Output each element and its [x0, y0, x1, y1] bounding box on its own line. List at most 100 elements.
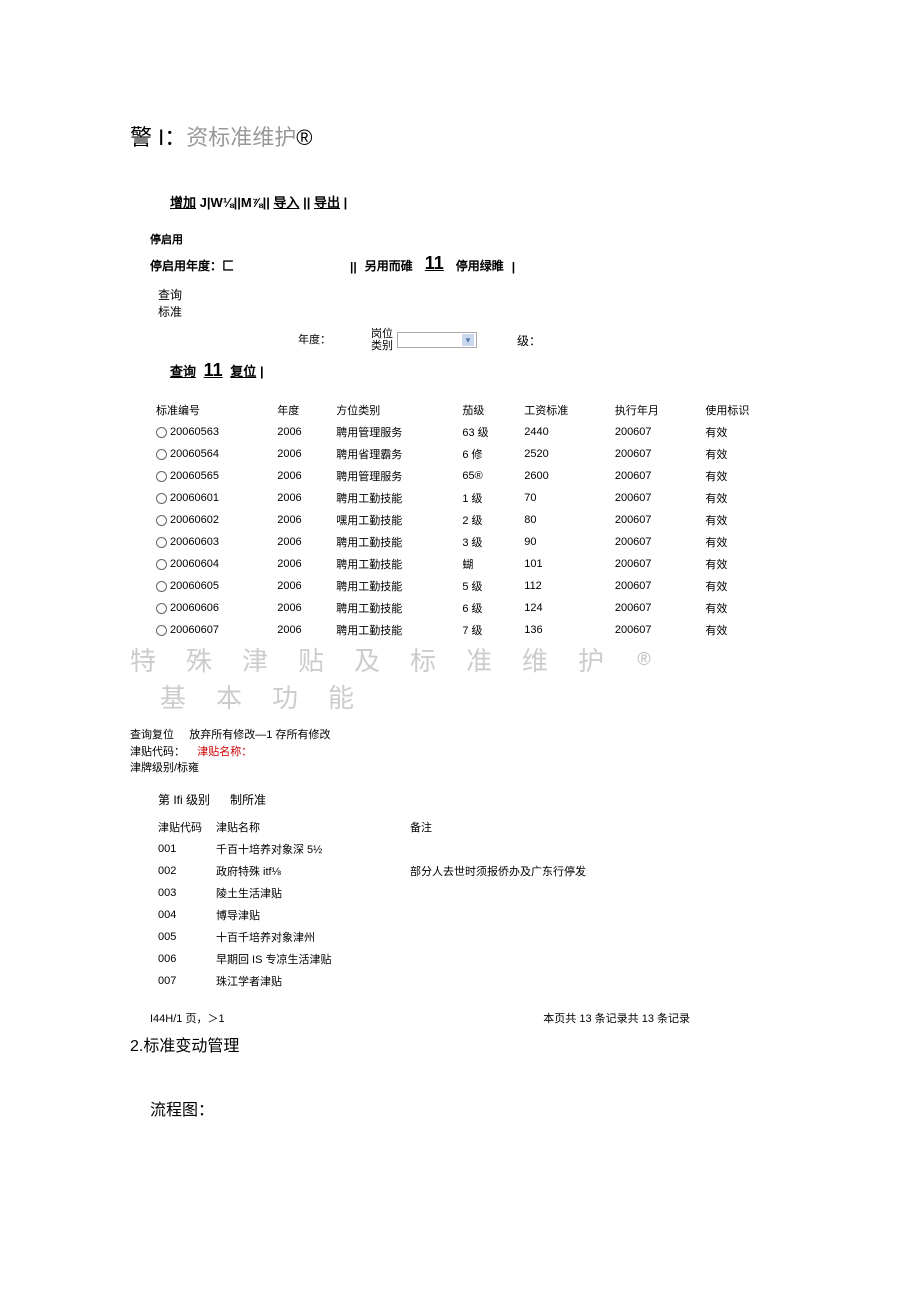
- col-flag: 使用标识: [699, 399, 790, 421]
- radio-icon[interactable]: [156, 603, 167, 614]
- table-row[interactable]: 200605652006聘用管理服务65®2600200607有效: [150, 465, 790, 487]
- cell-year: 2006: [271, 575, 330, 597]
- cell-level: 6 修: [456, 443, 518, 465]
- query-reset-label[interactable]: 查询复位: [130, 729, 174, 741]
- table-row[interactable]: 200606062006聘用工勤技能6 级124200607有效: [150, 597, 790, 619]
- toolbar-mid: J|W⅛||M⅞||: [200, 195, 270, 210]
- col-cat: 方位类别: [330, 399, 456, 421]
- query-label1: 查询: [158, 286, 880, 303]
- table-row[interactable]: 200606032006聘用工勤技能3 级90200607有效: [150, 531, 790, 553]
- radio-icon[interactable]: [156, 449, 167, 460]
- cell-cat: 聘用管理服务: [330, 465, 456, 487]
- table2-header-row: 津贴代码 津贴名称 备注: [158, 816, 600, 838]
- radio-icon[interactable]: [156, 493, 167, 504]
- cell-level: 2 级: [456, 509, 518, 531]
- cell-id: 20060607: [150, 619, 271, 641]
- cell-flag: 有效: [699, 575, 790, 597]
- cell-flag: 有效: [699, 443, 790, 465]
- table-row[interactable]: 200606012006聘用工勤技能1 级70200607有效: [150, 487, 790, 509]
- table-row[interactable]: 006早期回 IS 专凉生活津贴: [158, 948, 600, 970]
- discard-save-label[interactable]: 放弃所有修改—1 存所有修改: [189, 729, 330, 741]
- stop-disable-button[interactable]: 停用绿睢: [456, 257, 504, 274]
- stop-enable-button[interactable]: 另用而碓: [365, 257, 413, 274]
- allowance-level-label: 津牌级别/标雍: [130, 760, 880, 777]
- radio-icon[interactable]: [156, 537, 167, 548]
- allowance-name-label: 津贴名称：: [197, 746, 252, 758]
- title-suffix: ®: [296, 125, 312, 150]
- cell-std: 101: [518, 553, 609, 575]
- table-row[interactable]: 200606042006聘用工勤技能蝴101200607有效: [150, 553, 790, 575]
- stop-label: 停启用: [150, 231, 880, 247]
- table-row[interactable]: 200606022006嘿用工勤技能2 级80200607有效: [150, 509, 790, 531]
- cell-code: 005: [158, 926, 216, 948]
- radio-icon[interactable]: [156, 427, 167, 438]
- cell-cat: 聘用工勤技能: [330, 553, 456, 575]
- col-ym: 执行年月: [609, 399, 700, 421]
- chevron-down-icon: ▾: [462, 334, 474, 346]
- cell-std: 112: [518, 575, 609, 597]
- radio-icon[interactable]: [156, 515, 167, 526]
- cell-note: [410, 970, 600, 992]
- cell-level: 5 级: [456, 575, 518, 597]
- import-button[interactable]: 导入: [273, 195, 299, 210]
- table-row[interactable]: 200606072006聘用工勤技能7 级136200607有效: [150, 619, 790, 641]
- query-reset-block: 查询复位 放弃所有修改—1 存所有修改 津贴代码： 津贴名称： 津牌级别/标雍: [130, 727, 880, 777]
- radio-icon[interactable]: [156, 581, 167, 592]
- radio-icon[interactable]: [156, 471, 167, 482]
- cell-cat: 聘用工勤技能: [330, 531, 456, 553]
- cell-id: 20060565: [150, 465, 271, 487]
- table-row[interactable]: 001千百十培养对象深 5½: [158, 838, 600, 860]
- cell-name: 十百千培养对象津州: [216, 926, 410, 948]
- stop-big: 11: [425, 253, 444, 274]
- cell-code: 006: [158, 948, 216, 970]
- cell-code: 007: [158, 970, 216, 992]
- table-row[interactable]: 200606052006聘用工勤技能5 级112200607有效: [150, 575, 790, 597]
- cell-name: 珠江学者津贴: [216, 970, 410, 992]
- cell-std: 80: [518, 509, 609, 531]
- col-name: 津贴名称: [216, 816, 410, 838]
- cell-cat: 聘用工勤技能: [330, 487, 456, 509]
- table-row[interactable]: 200605642006聘用省理霸务6 修2520200607有效: [150, 443, 790, 465]
- cell-note: [410, 882, 600, 904]
- stop-mid-suffix: |: [512, 260, 515, 274]
- table-row[interactable]: 200605632006聘用管理服务63 级2440200607有效: [150, 421, 790, 443]
- table-row[interactable]: 002政府特殊 itf⅛部分人去世时须报侨办及广东行停发: [158, 860, 600, 882]
- category-dropdown[interactable]: ▾: [397, 332, 477, 348]
- col-id: 标准编号: [150, 399, 271, 421]
- cell-std: 124: [518, 597, 609, 619]
- add-button[interactable]: 增加: [170, 195, 196, 210]
- footer-row: I44H/1 页，＞1 本页共 13 条记录共 13 条记录: [150, 1010, 690, 1026]
- cell-ym: 200607: [609, 597, 700, 619]
- radio-icon[interactable]: [156, 625, 167, 636]
- cell-id: 20060604: [150, 553, 271, 575]
- cell-level: 7 级: [456, 619, 518, 641]
- cell-level: 63 级: [456, 421, 518, 443]
- query-row: 年度： 岗位 类别 ▾ 级：: [158, 328, 880, 352]
- cell-ym: 200607: [609, 443, 700, 465]
- table-row[interactable]: 005十百千培养对象津州: [158, 926, 600, 948]
- cell-ym: 200607: [609, 531, 700, 553]
- table-row[interactable]: 003陵土生活津贴: [158, 882, 600, 904]
- cell-year: 2006: [271, 619, 330, 641]
- cell-flag: 有效: [699, 531, 790, 553]
- query-button[interactable]: 查询: [170, 364, 196, 379]
- cell-flag: 有效: [699, 465, 790, 487]
- cell-ym: 200607: [609, 575, 700, 597]
- flowchart-label: 流程图：: [150, 1096, 880, 1120]
- cell-id: 20060564: [150, 443, 271, 465]
- table-row[interactable]: 007珠江学者津贴: [158, 970, 600, 992]
- radio-icon[interactable]: [156, 559, 167, 570]
- cell-cat: 聘用省理霸务: [330, 443, 456, 465]
- cell-ym: 200607: [609, 619, 700, 641]
- cell-cat: 聘用工勤技能: [330, 575, 456, 597]
- export-button[interactable]: 导出: [314, 195, 340, 210]
- watermark-text: 特殊津贴及标准维护: [130, 646, 634, 676]
- table-row[interactable]: 004博导津贴: [158, 904, 600, 926]
- watermark-reg: ®: [637, 649, 650, 669]
- category-group: 岗位 类别 ▾: [371, 328, 477, 352]
- cell-ym: 200607: [609, 553, 700, 575]
- cell-year: 2006: [271, 597, 330, 619]
- cell-code: 001: [158, 838, 216, 860]
- reset-button[interactable]: 复位: [230, 364, 256, 379]
- cell-ym: 200607: [609, 487, 700, 509]
